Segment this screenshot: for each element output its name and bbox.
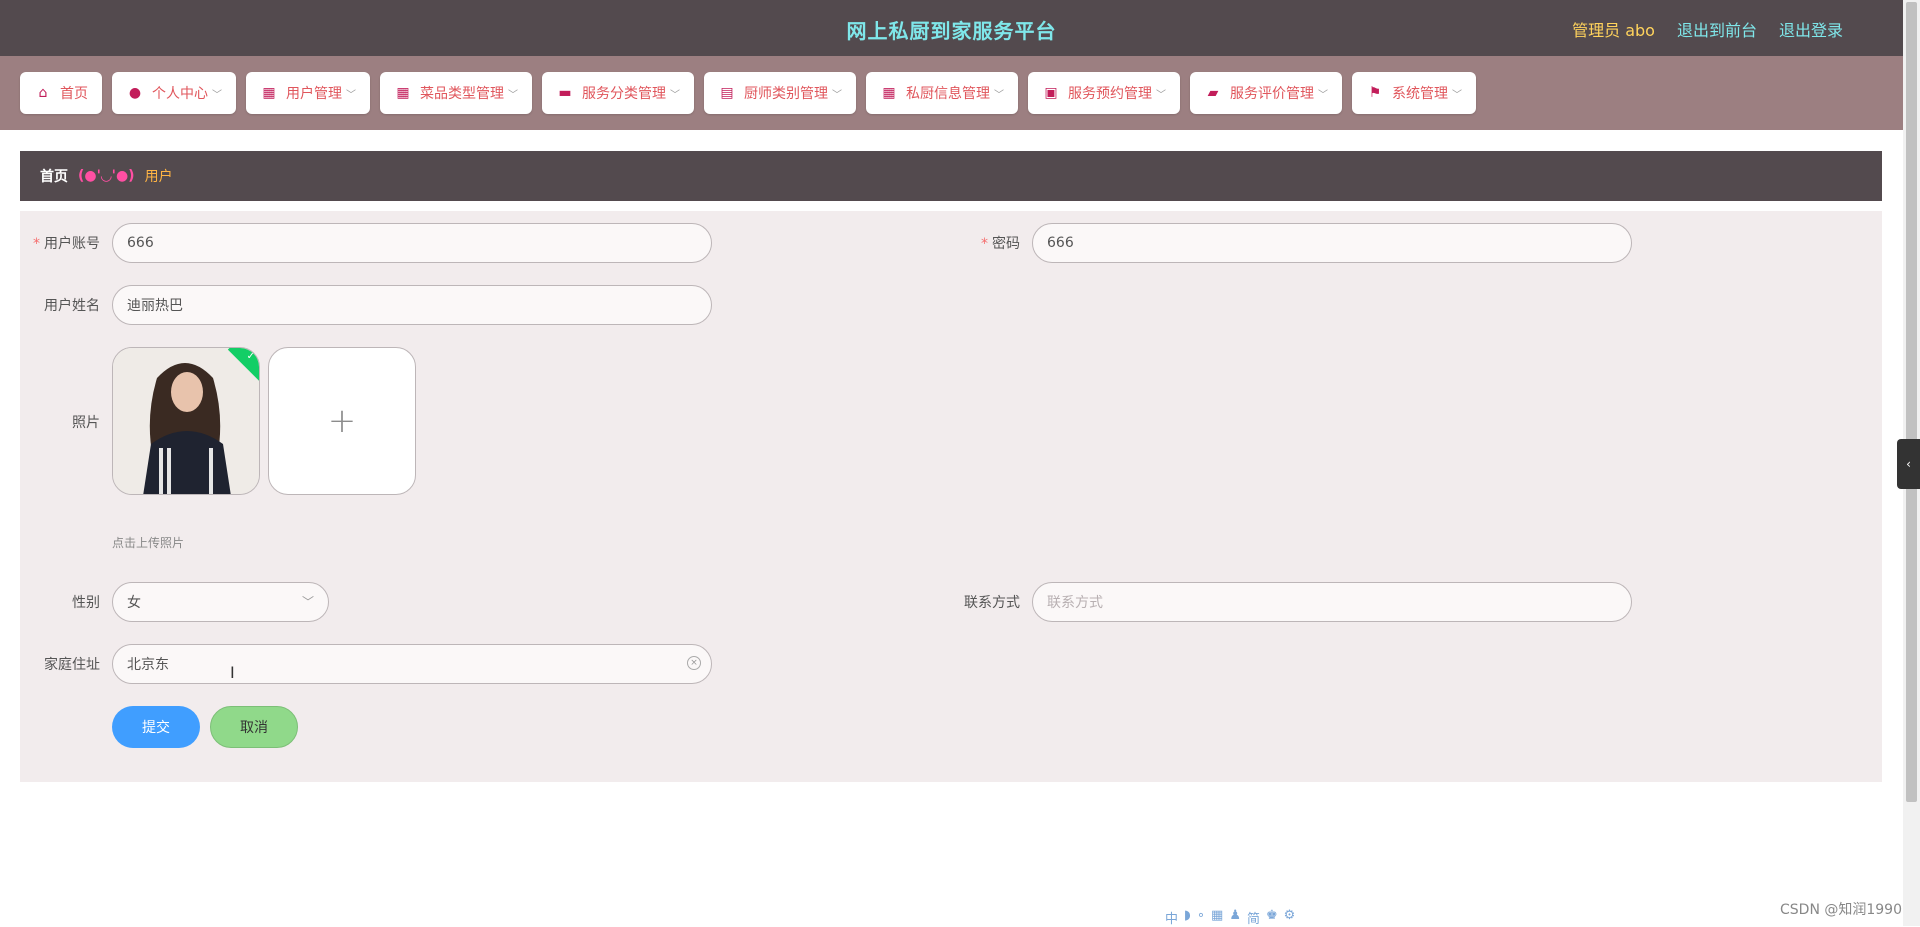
nav-item[interactable]: ⚑ 系统管理 ﹀ [1352, 72, 1476, 114]
grid-icon: ▦ [396, 85, 410, 101]
chevron-down-icon: ﹀ [1452, 89, 1462, 101]
clear-icon[interactable]: × [687, 656, 701, 670]
ime-toolbar-icon[interactable]: ▦ [1211, 908, 1223, 926]
uploaded-photo[interactable]: ✓ [112, 347, 260, 495]
nav-item-label: 私厨信息管理 [906, 86, 990, 102]
breadcrumb-home[interactable]: 首页 [40, 166, 68, 186]
account-label: * 用户账号 [30, 233, 100, 253]
nav-item-label: 系统管理 [1392, 86, 1448, 102]
user-icon: ● [128, 85, 142, 101]
ime-toolbar-icon[interactable]: ♟ [1229, 908, 1241, 926]
logout-link[interactable]: 退出登录 [1779, 17, 1843, 41]
nav-item-label: 个人中心 [152, 86, 208, 102]
top-header: 网上私厨到家服务平台 管理员 abo 退出到前台 退出登录 [0, 0, 1903, 56]
chevron-down-icon: ﹀ [832, 89, 842, 101]
watermark: CSDN @知润1990 [1780, 902, 1902, 918]
nav-item[interactable]: ▰ 服务评价管理 ﹀ [1190, 72, 1342, 114]
password-label-text: 密码 [992, 236, 1020, 252]
grid-icon: ▦ [262, 85, 276, 101]
contact-label: 联系方式 [964, 595, 1020, 611]
breadcrumb-current: 用户 [144, 169, 173, 185]
nav-item[interactable]: ▤ 厨师类别管理 ﹀ [704, 72, 856, 114]
ime-toolbar-icon[interactable]: ⚙ [1284, 908, 1296, 926]
chevron-down-icon: ﹀ [670, 89, 680, 101]
home-icon: ⌂ [38, 85, 48, 101]
ime-toolbar-icon[interactable]: ∘ [1197, 908, 1205, 926]
nav-item[interactable]: ▦ 用户管理 ﹀ [246, 72, 370, 114]
password-input[interactable]: 666 [1032, 223, 1632, 263]
nav-item[interactable]: ● 个人中心 ﹀ [112, 72, 236, 114]
address-input-value: 北京东 [127, 657, 169, 673]
required-mark: * [981, 236, 988, 252]
monitor-icon: ▬ [558, 85, 572, 101]
nav-item[interactable]: ▦ 菜品类型管理 ﹀ [380, 72, 532, 114]
address-label: 家庭住址 [44, 657, 100, 673]
check-icon: ✓ [246, 351, 255, 362]
nav-list: ⌂ 首页 ● 个人中心 ﹀ ▦ 用户管理 ﹀ ▦ 菜品类型管理 ﹀ ▬ 服务分类管理 ﹀ ▤ 厨师类别管理 ﹀ ▦… [20, 72, 1476, 114]
gender-select-value: 女 [127, 595, 141, 611]
address-input[interactable]: 北京东 × [112, 644, 712, 684]
comment-icon: ▰ [1207, 85, 1219, 101]
upload-tip: 点击上传照片 [112, 536, 185, 550]
chevron-down-icon: ﹀ [346, 89, 356, 101]
header-actions: 管理员 abo 退出到前台 退出登录 [1572, 17, 1843, 41]
nav-item-label: 服务分类管理 [582, 86, 666, 102]
nav-item[interactable]: ▬ 服务分类管理 ﹀ [542, 72, 694, 114]
nav-item-label: 服务评价管理 [1230, 86, 1314, 102]
gender-select[interactable]: 女 ﹀ [112, 582, 329, 622]
required-mark: * [33, 236, 40, 252]
nav-item[interactable]: ⌂ 首页 [20, 72, 102, 114]
ime-toolbar-icon[interactable]: ◗ [1184, 908, 1191, 926]
photo-label: 照片 [72, 415, 100, 431]
ime-toolbar: 中 ◗ ∘ ▦ ♟ 简 ♚ ⚙ [1165, 908, 1296, 927]
plus-icon: + [327, 401, 357, 441]
cancel-button[interactable]: 取消 [210, 706, 298, 748]
chevron-down-icon: ﹀ [1318, 89, 1328, 101]
text-cursor-icon: I [230, 663, 235, 682]
side-panel-toggle[interactable]: ‹ [1897, 439, 1920, 489]
printer-icon: ▣ [1044, 85, 1058, 101]
grid-icon: ▦ [882, 85, 896, 101]
nav-item-label: 首页 [60, 86, 88, 102]
contact-input[interactable]: 联系方式 [1032, 582, 1632, 622]
chevron-down-icon: ﹀ [508, 89, 518, 101]
nav-item[interactable]: ▦ 私厨信息管理 ﹀ [866, 72, 1018, 114]
submit-button[interactable]: 提交 [112, 706, 200, 748]
ime-toolbar-icon[interactable]: 简 [1247, 908, 1260, 927]
back-to-front-link[interactable]: 退出到前台 [1677, 17, 1757, 41]
clipboard-icon: ▤ [720, 85, 734, 101]
chevron-down-icon: ﹀ [1156, 89, 1166, 101]
scrollbar-thumb[interactable] [1906, 2, 1917, 802]
admin-name: 管理员 abo [1572, 21, 1655, 40]
ime-toolbar-icon[interactable]: ♚ [1266, 908, 1278, 926]
photo-portrait-image [113, 348, 259, 494]
chevron-down-icon: ﹀ [994, 89, 1004, 101]
nav-item-label: 厨师类别管理 [744, 86, 828, 102]
account-label-text: 用户账号 [44, 236, 100, 252]
nav-item-label: 用户管理 [286, 86, 342, 102]
breadcrumb-separator: (●'◡'●) [78, 168, 135, 184]
breadcrumb: 首页 (●'◡'●) 用户 [20, 151, 1882, 201]
name-input[interactable]: 迪丽热巴 [112, 285, 712, 325]
chevron-down-icon: ﹀ [301, 595, 314, 609]
nav-item[interactable]: ▣ 服务预约管理 ﹀ [1028, 72, 1180, 114]
name-label: 用户姓名 [44, 298, 100, 314]
chevron-down-icon: ﹀ [212, 89, 222, 101]
main-nav: ⌂ 首页 ● 个人中心 ﹀ ▦ 用户管理 ﹀ ▦ 菜品类型管理 ﹀ ▬ 服务分类管理 ﹀ ▤ 厨师类别管理 ﹀ ▦… [0, 56, 1903, 130]
flag-icon: ⚑ [1368, 85, 1382, 101]
upload-add-button[interactable]: + [268, 347, 416, 495]
nav-item-label: 服务预约管理 [1068, 86, 1152, 102]
ime-toolbar-icon[interactable]: 中 [1165, 908, 1178, 927]
password-label: * 密码 [960, 233, 1020, 253]
account-input[interactable]: 666 [112, 223, 712, 263]
nav-item-label: 菜品类型管理 [420, 86, 504, 102]
gender-label: 性别 [72, 595, 100, 611]
